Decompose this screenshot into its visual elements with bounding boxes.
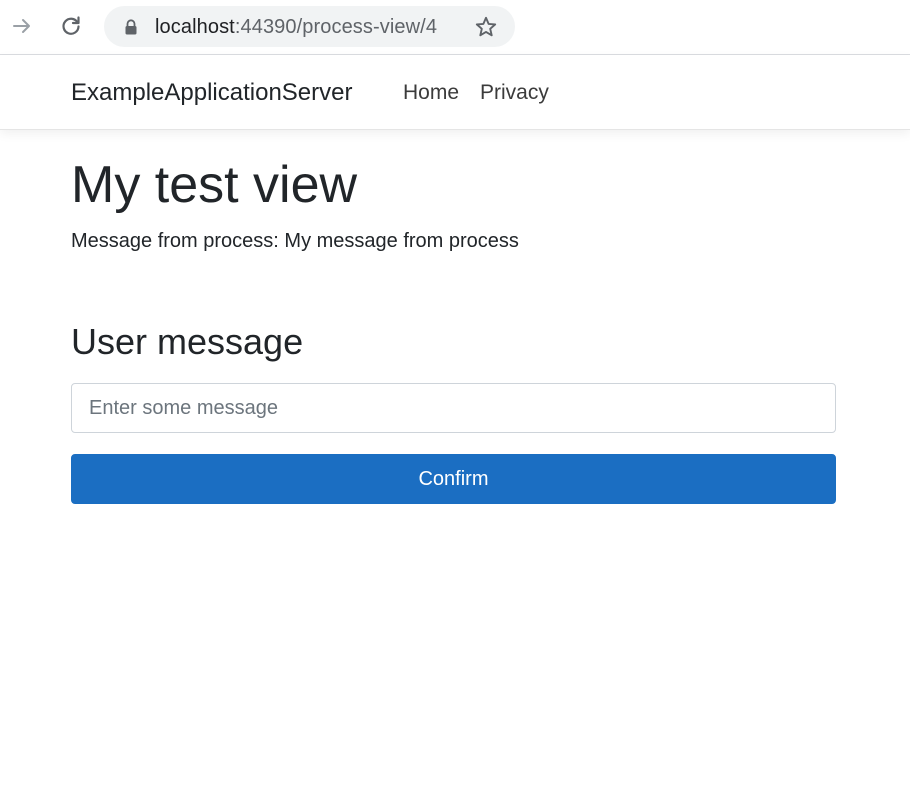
user-message-input[interactable] [71, 383, 836, 433]
nav-link-home[interactable]: Home [403, 80, 459, 106]
url-text[interactable]: localhost:44390/process-view/4 [155, 16, 437, 38]
confirm-button[interactable]: Confirm [71, 454, 836, 504]
url-path: :44390/process-view/4 [234, 16, 438, 38]
url-host: localhost [155, 16, 235, 38]
reload-icon [62, 16, 80, 35]
address-bar[interactable]: localhost:44390/process-view/4 [104, 6, 515, 47]
page-title: My test view [71, 156, 358, 214]
process-message: Message from process: My message from pr… [71, 230, 519, 252]
navbar-brand[interactable]: ExampleApplicationServer [71, 78, 352, 108]
lock-icon[interactable] [122, 18, 140, 36]
user-message-heading: User message [71, 321, 304, 362]
reload-button[interactable] [55, 10, 87, 42]
nav-link-privacy[interactable]: Privacy [480, 80, 549, 106]
site-navbar: ExampleApplicationServer Home Privacy [0, 55, 910, 130]
arrow-right-icon [13, 19, 30, 33]
star-icon[interactable] [474, 15, 498, 39]
forward-button[interactable] [6, 10, 38, 42]
browser-toolbar: localhost:44390/process-view/4 [0, 0, 910, 55]
